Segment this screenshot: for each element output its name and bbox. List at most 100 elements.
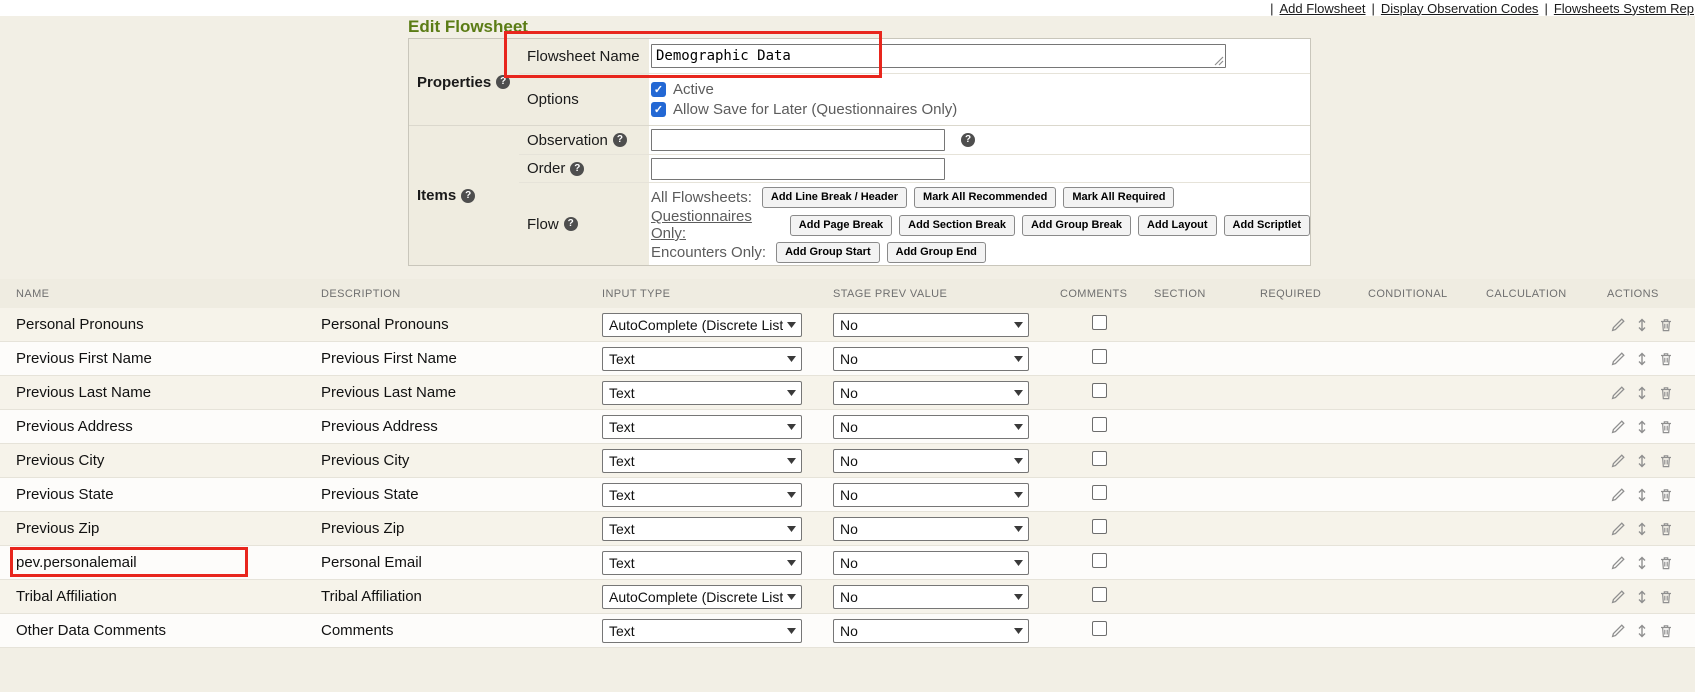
mark-all-required-button[interactable]: Mark All Required [1063, 187, 1174, 208]
comments-checkbox[interactable] [1092, 383, 1107, 398]
input-type-select[interactable]: Text [602, 449, 802, 473]
input-type-value: AutoComplete (Discrete List) [609, 317, 783, 333]
move-up-down-icon[interactable] [1635, 589, 1649, 605]
add-line-break-header-button[interactable]: Add Line Break / Header [762, 187, 907, 208]
move-up-down-icon[interactable] [1635, 521, 1649, 537]
help-icon[interactable]: ? [564, 217, 578, 231]
stage-prev-value: No [840, 589, 1010, 605]
top-link-flowsheets-system-report[interactable]: Flowsheets System Rep [1554, 1, 1694, 16]
delete-icon[interactable] [1658, 351, 1674, 367]
input-type-select[interactable]: Text [602, 517, 802, 541]
stage-prev-value-select[interactable]: No [833, 449, 1029, 473]
edit-icon[interactable] [1610, 555, 1626, 571]
item-name: Previous Address [16, 418, 133, 435]
edit-icon[interactable] [1610, 317, 1626, 333]
move-up-down-icon[interactable] [1635, 555, 1649, 571]
move-up-down-icon[interactable] [1635, 419, 1649, 435]
comments-checkbox[interactable] [1092, 553, 1107, 568]
header-calculation: CALCULATION [1486, 288, 1607, 300]
input-type-select[interactable]: AutoComplete (Discrete List) [602, 313, 802, 337]
add-section-break-button[interactable]: Add Section Break [899, 215, 1015, 236]
stage-prev-value: No [840, 521, 1010, 537]
top-link-display-observation-codes[interactable]: Display Observation Codes [1381, 1, 1539, 16]
stage-prev-value-select[interactable]: No [833, 381, 1029, 405]
delete-icon[interactable] [1658, 589, 1674, 605]
dropdown-caret-icon [1014, 492, 1023, 498]
delete-icon[interactable] [1658, 419, 1674, 435]
comments-checkbox[interactable] [1092, 485, 1107, 500]
add-group-end-button[interactable]: Add Group End [887, 242, 986, 263]
comments-checkbox[interactable] [1092, 587, 1107, 602]
stage-prev-value-select[interactable]: No [833, 551, 1029, 575]
order-input[interactable] [651, 158, 945, 180]
add-scriptlet-button[interactable]: Add Scriptlet [1224, 215, 1310, 236]
items-label-text: Items [417, 187, 456, 204]
edit-icon[interactable] [1610, 623, 1626, 639]
stage-prev-value-select[interactable]: No [833, 313, 1029, 337]
comments-checkbox[interactable] [1092, 315, 1107, 330]
questionnaires-only-label[interactable]: Questionnaires Only: [651, 208, 780, 242]
delete-icon[interactable] [1658, 385, 1674, 401]
delete-icon[interactable] [1658, 623, 1674, 639]
edit-icon[interactable] [1610, 385, 1626, 401]
input-type-value: Text [609, 385, 783, 401]
stage-prev-value-select[interactable]: No [833, 347, 1029, 371]
input-type-select[interactable]: AutoComplete (Discrete List) [602, 585, 802, 609]
move-up-down-icon[interactable] [1635, 453, 1649, 469]
top-link-add-flowsheet[interactable]: Add Flowsheet [1280, 1, 1366, 16]
comments-checkbox[interactable] [1092, 349, 1107, 364]
mark-all-recommended-button[interactable]: Mark All Recommended [914, 187, 1056, 208]
edit-icon[interactable] [1610, 521, 1626, 537]
stage-prev-value-select[interactable]: No [833, 619, 1029, 643]
help-icon[interactable]: ? [496, 75, 510, 89]
flowsheet-name-input[interactable]: Demographic Data [651, 44, 1226, 68]
comments-checkbox[interactable] [1092, 417, 1107, 432]
add-group-break-button[interactable]: Add Group Break [1022, 215, 1131, 236]
stage-prev-value-select[interactable]: No [833, 415, 1029, 439]
help-icon[interactable]: ? [570, 162, 584, 176]
link-separator: | [1270, 1, 1273, 16]
stage-prev-value-select[interactable]: No [833, 517, 1029, 541]
move-up-down-icon[interactable] [1635, 487, 1649, 503]
edit-icon[interactable] [1610, 589, 1626, 605]
input-type-select[interactable]: Text [602, 551, 802, 575]
help-icon[interactable]: ? [613, 133, 627, 147]
resize-grip-icon[interactable] [1213, 55, 1224, 66]
table-row: Previous State Previous State Text No [0, 478, 1695, 512]
input-type-select[interactable]: Text [602, 381, 802, 405]
comments-checkbox[interactable] [1092, 621, 1107, 636]
input-type-select[interactable]: Text [602, 347, 802, 371]
add-page-break-button[interactable]: Add Page Break [790, 215, 892, 236]
help-icon[interactable]: ? [461, 189, 475, 203]
observation-help-icon[interactable]: ? [961, 133, 975, 147]
flow-label: Flow [527, 216, 559, 233]
edit-icon[interactable] [1610, 351, 1626, 367]
move-up-down-icon[interactable] [1635, 317, 1649, 333]
comments-checkbox[interactable] [1092, 519, 1107, 534]
add-group-start-button[interactable]: Add Group Start [776, 242, 880, 263]
input-type-select[interactable]: Text [602, 415, 802, 439]
input-type-select[interactable]: Text [602, 619, 802, 643]
active-checkbox[interactable]: ✓ [651, 82, 666, 97]
edit-icon[interactable] [1610, 419, 1626, 435]
delete-icon[interactable] [1658, 317, 1674, 333]
delete-icon[interactable] [1658, 453, 1674, 469]
add-layout-button[interactable]: Add Layout [1138, 215, 1217, 236]
stage-prev-value-select[interactable]: No [833, 483, 1029, 507]
move-up-down-icon[interactable] [1635, 623, 1649, 639]
delete-icon[interactable] [1658, 521, 1674, 537]
edit-icon[interactable] [1610, 487, 1626, 503]
move-up-down-icon[interactable] [1635, 385, 1649, 401]
item-description: Personal Email [321, 554, 602, 571]
comments-checkbox[interactable] [1092, 451, 1107, 466]
input-type-select[interactable]: Text [602, 483, 802, 507]
move-up-down-icon[interactable] [1635, 351, 1649, 367]
allow-save-for-later-checkbox[interactable]: ✓ [651, 102, 666, 117]
table-row: Previous First Name Previous First Name … [0, 342, 1695, 376]
delete-icon[interactable] [1658, 487, 1674, 503]
dropdown-caret-icon [1014, 356, 1023, 362]
observation-input[interactable] [651, 129, 945, 151]
delete-icon[interactable] [1658, 555, 1674, 571]
edit-icon[interactable] [1610, 453, 1626, 469]
stage-prev-value-select[interactable]: No [833, 585, 1029, 609]
